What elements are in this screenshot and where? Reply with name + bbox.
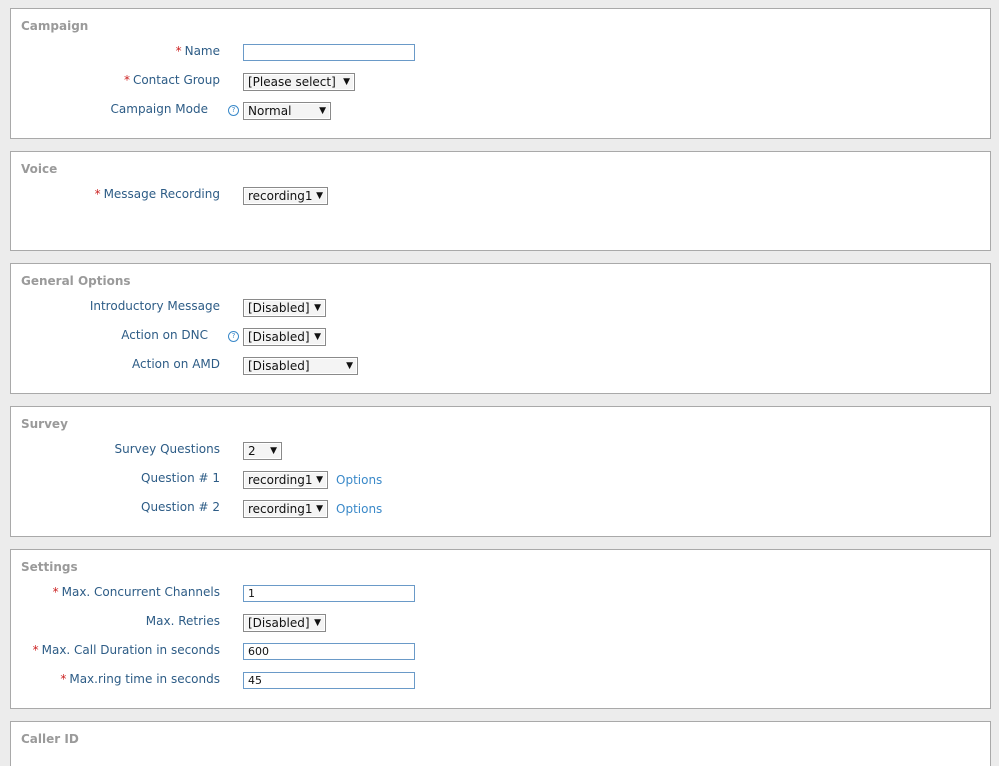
chevron-down-icon: ▼ <box>319 106 326 116</box>
general-options-panel: General Options Introductory Message [Di… <box>10 263 991 394</box>
chevron-down-icon: ▼ <box>316 191 323 201</box>
contact-group-select[interactable]: [Please select] ▼ <box>243 73 355 91</box>
survey-panel: Survey Survey Questions 2 ▼ Question # 1… <box>10 406 991 537</box>
required-marker: * <box>52 585 59 599</box>
panel-title: Campaign <box>21 19 89 33</box>
contact-group-label: * Contact Group <box>123 73 220 87</box>
max-retries-label: Max. Retries <box>145 614 220 628</box>
name-label: * Name <box>175 44 220 58</box>
campaign-mode-label: Campaign Mode <box>110 102 208 116</box>
question-2-select[interactable]: recording1 ▼ <box>243 500 328 518</box>
panel-title: Voice <box>21 162 58 176</box>
help-icon[interactable]: ? <box>228 105 239 116</box>
max-retries-select[interactable]: [Disabled] ▼ <box>243 614 326 632</box>
question-1-options-link[interactable]: Options <box>336 473 382 487</box>
required-marker: * <box>94 187 101 201</box>
message-recording-select[interactable]: recording1 ▼ <box>243 187 328 205</box>
chevron-down-icon: ▼ <box>346 361 353 371</box>
panel-title: General Options <box>21 274 131 288</box>
voice-panel: Voice * Message Recording recording1 ▼ <box>10 151 991 251</box>
panel-title: Survey <box>21 417 68 431</box>
action-dnc-select[interactable]: [Disabled] ▼ <box>243 328 326 346</box>
chevron-down-icon: ▼ <box>270 446 277 456</box>
caller-id-panel: Caller ID <box>10 721 991 766</box>
required-marker: * <box>60 672 67 686</box>
max-ring-label: * Max.ring time in seconds <box>60 672 220 686</box>
chevron-down-icon: ▼ <box>314 618 321 628</box>
message-recording-label: * Message Recording <box>94 187 220 201</box>
survey-questions-select[interactable]: 2 ▼ <box>243 442 282 460</box>
action-amd-select[interactable]: [Disabled] ▼ <box>243 357 358 375</box>
chevron-down-icon: ▼ <box>314 303 321 313</box>
max-channels-input[interactable] <box>243 585 415 602</box>
campaign-panel: Campaign * Name * Contact Group [Please se… <box>10 8 991 139</box>
survey-questions-label: Survey Questions <box>114 442 220 456</box>
intro-message-label: Introductory Message <box>89 299 220 313</box>
max-duration-input[interactable] <box>243 643 415 660</box>
chevron-down-icon: ▼ <box>316 504 323 514</box>
chevron-down-icon: ▼ <box>316 475 323 485</box>
required-marker: * <box>32 643 39 657</box>
max-ring-input[interactable] <box>243 672 415 689</box>
question-2-label: Question # 2 <box>141 500 220 514</box>
question-1-label: Question # 1 <box>141 471 220 485</box>
help-icon[interactable]: ? <box>228 331 239 342</box>
panel-title: Caller ID <box>21 732 79 746</box>
name-input[interactable] <box>243 44 415 61</box>
campaign-mode-select[interactable]: Normal ▼ <box>243 102 331 120</box>
question-1-select[interactable]: recording1 ▼ <box>243 471 328 489</box>
max-duration-label: * Max. Call Duration in seconds <box>32 643 220 657</box>
required-marker: * <box>123 73 130 87</box>
panel-title: Settings <box>21 560 78 574</box>
chevron-down-icon: ▼ <box>314 332 321 342</box>
required-marker: * <box>175 44 182 58</box>
intro-message-select[interactable]: [Disabled] ▼ <box>243 299 326 317</box>
max-channels-label: * Max. Concurrent Channels <box>52 585 220 599</box>
question-2-options-link[interactable]: Options <box>336 502 382 516</box>
settings-panel: Settings *Max. Concurrent Channels Max. … <box>10 549 991 709</box>
chevron-down-icon: ▼ <box>343 77 350 87</box>
action-dnc-label: Action on DNC <box>121 328 208 342</box>
action-amd-label: Action on AMD <box>132 357 220 371</box>
